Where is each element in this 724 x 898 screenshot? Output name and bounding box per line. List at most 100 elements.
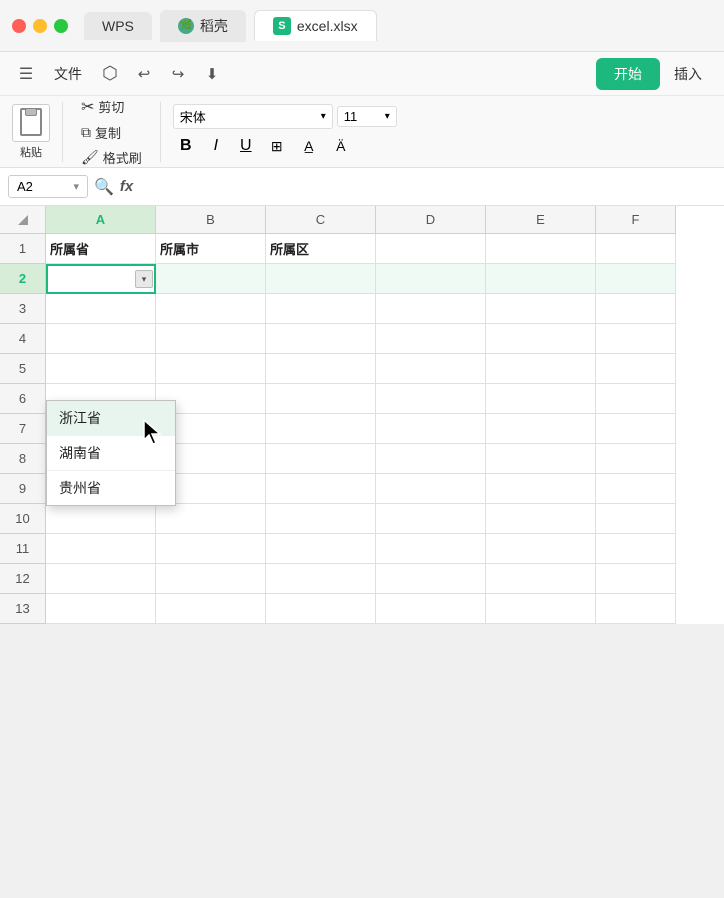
border-button[interactable]: ⊞ (263, 133, 291, 159)
dropdown-item-2[interactable]: 贵州省 (47, 471, 175, 505)
dropdown-item-1[interactable]: 湖南省 (47, 436, 175, 471)
underline-button[interactable]: U (233, 133, 259, 159)
paste-button[interactable]: 粘贴 (12, 104, 50, 160)
cell-b2[interactable] (156, 264, 266, 294)
cell-f4[interactable] (596, 324, 676, 354)
cell-d11[interactable] (376, 534, 486, 564)
cell-d2[interactable] (376, 264, 486, 294)
start-button[interactable]: 开始 (596, 58, 660, 90)
corner-cell[interactable] (0, 206, 46, 234)
cell-e2[interactable] (486, 264, 596, 294)
col-header-e[interactable]: E (486, 206, 596, 234)
cell-f12[interactable] (596, 564, 676, 594)
cell-e7[interactable] (486, 414, 596, 444)
cell-reference-box[interactable]: A2 ▾ (8, 175, 88, 198)
copy-toolbar-icon[interactable]: ⬡ (96, 60, 124, 88)
fx-button[interactable]: fx (120, 178, 133, 195)
cell-f9[interactable] (596, 474, 676, 504)
cell-a5[interactable] (46, 354, 156, 384)
tab-daoke[interactable]: 🌿 稻壳 (160, 10, 246, 42)
zoom-icon[interactable]: 🔍 (94, 177, 114, 197)
formula-input[interactable] (139, 176, 716, 197)
italic-button[interactable]: I (203, 133, 229, 159)
cell-b13[interactable] (156, 594, 266, 624)
cell-d10[interactable] (376, 504, 486, 534)
cell-d12[interactable] (376, 564, 486, 594)
copy-button[interactable]: ⧉ 复制 (75, 120, 127, 145)
close-button[interactable] (12, 19, 26, 33)
tab-excel[interactable]: S excel.xlsx (254, 10, 377, 41)
bold-button[interactable]: B (173, 133, 199, 159)
undo-icon[interactable]: ↩ (130, 60, 158, 88)
cell-d6[interactable] (376, 384, 486, 414)
cell-d7[interactable] (376, 414, 486, 444)
cell-f2[interactable] (596, 264, 676, 294)
col-header-b[interactable]: B (156, 206, 266, 234)
font-name-selector[interactable]: 宋体 ▾ (173, 104, 333, 129)
file-menu[interactable]: 文件 (44, 60, 92, 88)
insert-menu[interactable]: 插入 (664, 60, 712, 88)
row-header-13[interactable]: 13 (0, 594, 46, 624)
dropdown-item-0[interactable]: 浙江省 (47, 401, 175, 436)
cell-b11[interactable] (156, 534, 266, 564)
more-icon[interactable]: ⬇ (198, 60, 226, 88)
cell-f1[interactable] (596, 234, 676, 264)
cell-b1[interactable]: 所属市 (156, 234, 266, 264)
row-header-12[interactable]: 12 (0, 564, 46, 594)
cell-d3[interactable] (376, 294, 486, 324)
cell-c13[interactable] (266, 594, 376, 624)
cell-c2[interactable] (266, 264, 376, 294)
cell-f10[interactable] (596, 504, 676, 534)
cell-a3[interactable] (46, 294, 156, 324)
row-header-6[interactable]: 6 (0, 384, 46, 414)
minimize-button[interactable] (33, 19, 47, 33)
fill-color-button[interactable]: A̲ (295, 133, 323, 159)
row-header-9[interactable]: 9 (0, 474, 46, 504)
cell-c5[interactable] (266, 354, 376, 384)
cell-f7[interactable] (596, 414, 676, 444)
cell-d1[interactable] (376, 234, 486, 264)
redo-icon[interactable]: ↪ (164, 60, 192, 88)
cell-e6[interactable] (486, 384, 596, 414)
cell-dropdown-button[interactable]: ▾ (135, 270, 153, 288)
cell-f13[interactable] (596, 594, 676, 624)
row-header-11[interactable]: 11 (0, 534, 46, 564)
cell-d4[interactable] (376, 324, 486, 354)
cell-c9[interactable] (266, 474, 376, 504)
tab-wps[interactable]: WPS (84, 12, 152, 40)
cell-a10[interactable] (46, 504, 156, 534)
cell-c4[interactable] (266, 324, 376, 354)
row-header-8[interactable]: 8 (0, 444, 46, 474)
cell-c10[interactable] (266, 504, 376, 534)
cell-e13[interactable] (486, 594, 596, 624)
font-color-button[interactable]: Ä (327, 133, 355, 159)
maximize-button[interactable] (54, 19, 68, 33)
cell-f8[interactable] (596, 444, 676, 474)
row-header-5[interactable]: 5 (0, 354, 46, 384)
cell-c3[interactable] (266, 294, 376, 324)
col-header-d[interactable]: D (376, 206, 486, 234)
cell-d9[interactable] (376, 474, 486, 504)
cell-a11[interactable] (46, 534, 156, 564)
hamburger-menu-icon[interactable]: ☰ (12, 60, 40, 88)
cell-b12[interactable] (156, 564, 266, 594)
cell-e1[interactable] (486, 234, 596, 264)
cell-c8[interactable] (266, 444, 376, 474)
cell-a1[interactable]: 所属省 (46, 234, 156, 264)
col-header-a[interactable]: A (46, 206, 156, 234)
cell-a4[interactable] (46, 324, 156, 354)
row-header-2[interactable]: 2 (0, 264, 46, 294)
cell-f6[interactable] (596, 384, 676, 414)
cell-c1[interactable]: 所属区 (266, 234, 376, 264)
cell-a13[interactable] (46, 594, 156, 624)
cell-e4[interactable] (486, 324, 596, 354)
cell-f11[interactable] (596, 534, 676, 564)
cell-e5[interactable] (486, 354, 596, 384)
format-painter-button[interactable]: 🖌 格式刷 (75, 145, 148, 170)
cell-c7[interactable] (266, 414, 376, 444)
cell-b10[interactable] (156, 504, 266, 534)
cell-e10[interactable] (486, 504, 596, 534)
cell-e8[interactable] (486, 444, 596, 474)
cell-d13[interactable] (376, 594, 486, 624)
cell-b4[interactable] (156, 324, 266, 354)
